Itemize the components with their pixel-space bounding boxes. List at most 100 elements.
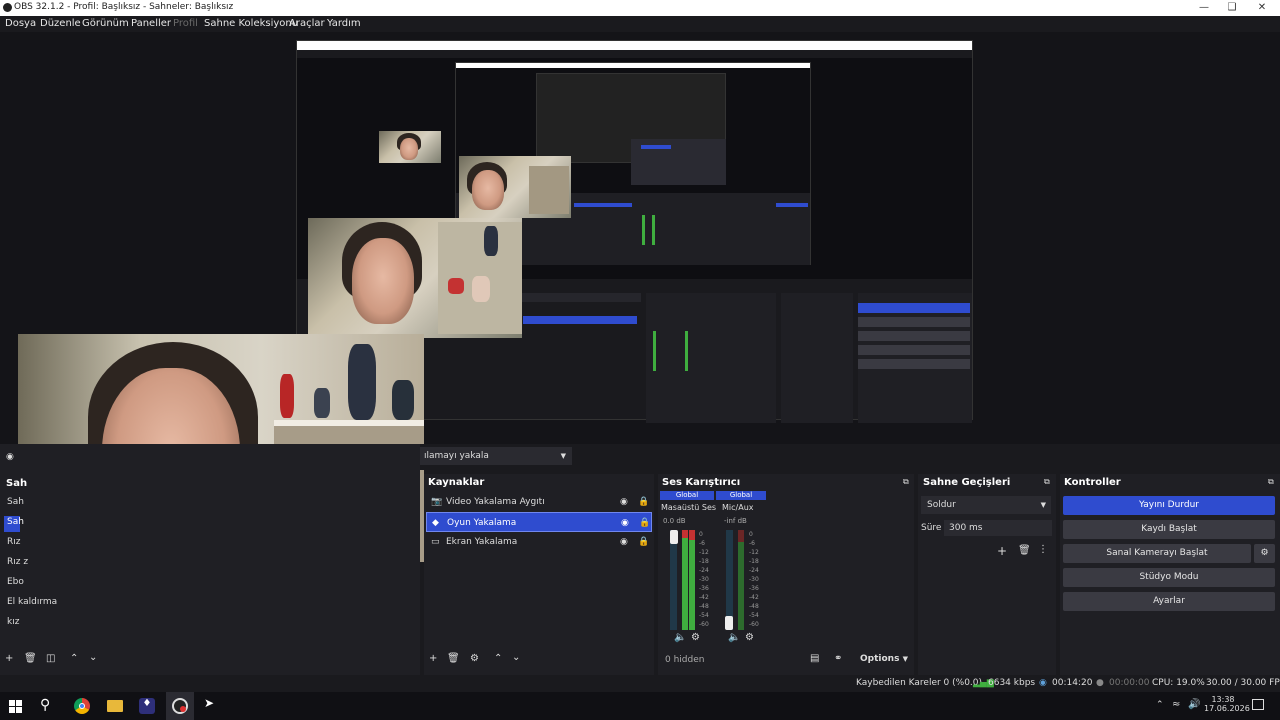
gear-icon[interactable]: ⚙ bbox=[1254, 544, 1275, 563]
fps: 30.00 / 30.00 FPS bbox=[1206, 678, 1280, 688]
sources-header: Kaynaklar bbox=[428, 477, 485, 488]
options-button[interactable]: Options ▼ bbox=[860, 654, 908, 664]
dock-float-icon[interactable]: ⧉ bbox=[903, 477, 909, 487]
clock[interactable]: 13:38 17.06.2026 bbox=[1204, 695, 1250, 713]
menu-araclar[interactable]: Araçlar bbox=[289, 18, 325, 29]
scene-item[interactable]: kız bbox=[7, 617, 19, 627]
controls-header: Kontroller bbox=[1064, 477, 1121, 488]
menu-yardim[interactable]: Yardım bbox=[327, 18, 361, 29]
source-item[interactable]: ▭ Ekran Yakalama ◉ 🔒 bbox=[426, 532, 652, 552]
start-recording-button[interactable]: Kaydı Başlat bbox=[1063, 520, 1275, 539]
menu-gorunum[interactable]: Görünüm bbox=[82, 18, 129, 29]
channel-db: 0.0 dB bbox=[663, 517, 686, 525]
dock-float-icon[interactable]: ⧉ bbox=[1268, 477, 1274, 487]
volume-slider-track[interactable] bbox=[726, 530, 733, 630]
add-transition-icon[interactable]: + bbox=[997, 544, 1007, 558]
lock-icon[interactable]: 🔒 bbox=[639, 513, 650, 533]
clock-date: 17.06.2026 bbox=[1204, 704, 1250, 713]
stop-streaming-button[interactable]: Yayını Durdur bbox=[1063, 496, 1275, 515]
start-virtual-camera-button[interactable]: Sanal Kamerayı Başlat bbox=[1063, 544, 1251, 563]
status-bar: Kaybedilen Kareler 0 (%0.0) ▂▄▆ 6634 kbp… bbox=[0, 675, 1280, 692]
scene-transitions-dock: Sahne Geçişleri ⧉ Soldur ▼ Süre 300 ms +… bbox=[918, 474, 1056, 675]
eye-icon[interactable]: ◉ bbox=[620, 492, 628, 512]
scene-item[interactable]: Rız bbox=[7, 537, 20, 547]
obs-taskbar-icon[interactable] bbox=[172, 698, 188, 714]
source-item-selected[interactable]: ◆ Oyun Yakalama ◉ 🔒 bbox=[426, 512, 652, 532]
trash-icon[interactable]: 🗑 bbox=[1018, 545, 1031, 556]
stream-icon: ◉ bbox=[1039, 678, 1047, 688]
trash-icon[interactable]: 🗑 bbox=[24, 653, 37, 664]
duration-spinbox[interactable]: 300 ms bbox=[944, 520, 1052, 536]
menu-profil[interactable]: Profil bbox=[173, 18, 198, 29]
channel-db: -inf dB bbox=[724, 517, 747, 525]
menu-duzenle[interactable]: Düzenle bbox=[40, 18, 81, 29]
dropdown-arrow-icon: ▼ bbox=[902, 655, 908, 663]
capture-mode-select[interactable]: ılamayı yakala ▼ bbox=[420, 447, 572, 465]
studio-mode-button[interactable]: Stüdyo Modu bbox=[1063, 568, 1275, 587]
scene-item[interactable]: El kaldırma bbox=[7, 597, 57, 607]
more-vertical-icon[interactable]: ⋮ bbox=[1038, 544, 1048, 555]
add-scene-icon[interactable]: + bbox=[5, 653, 13, 664]
lock-icon[interactable]: 🔒 bbox=[638, 532, 649, 552]
gear-icon[interactable]: ⚙ bbox=[470, 653, 479, 664]
source-item[interactable]: 📷 Video Yakalama Aygıtı ◉ 🔒 bbox=[426, 492, 652, 512]
close-button[interactable]: ✕ bbox=[1246, 0, 1278, 16]
search-icon[interactable]: ⚲ bbox=[40, 697, 50, 713]
scenes-header: Sah bbox=[6, 478, 28, 489]
eye-icon: ◉ bbox=[6, 452, 14, 462]
channel-tag: Global bbox=[660, 491, 714, 500]
level-meter bbox=[682, 530, 688, 630]
lock-icon[interactable]: 🔒 bbox=[638, 492, 649, 512]
hidden-count[interactable]: 0 hidden bbox=[665, 655, 704, 665]
filter-icon[interactable]: ◫ bbox=[46, 653, 55, 664]
app-icon[interactable]: ♦ bbox=[139, 698, 155, 714]
eye-icon[interactable]: ◉ bbox=[620, 532, 628, 552]
scene-item[interactable]: Ebo bbox=[7, 577, 24, 587]
db-scale: 0 -6 -12 -18 -24 -30 -36 -42 -48 -54 -60 bbox=[699, 531, 709, 628]
scene-item[interactable]: Sah bbox=[7, 497, 24, 507]
notification-icon[interactable] bbox=[1252, 699, 1264, 710]
volume-slider-handle[interactable] bbox=[670, 530, 678, 544]
taskbar: ⚲ ♦ ➤ ⌃ ≈ 🔊 13:38 17.06.2026 bbox=[0, 692, 1280, 720]
chevron-up-icon[interactable]: ⌃ bbox=[70, 653, 78, 664]
audio-mixer-dock: Ses Karıştırıcı ⧉ Global Global Masaüstü… bbox=[658, 474, 914, 675]
dropdown-arrow-icon: ▼ bbox=[560, 452, 566, 460]
menu-sahne-koleksiyonu[interactable]: Sahne Koleksiyonu bbox=[204, 18, 298, 29]
add-source-icon[interactable]: + bbox=[429, 653, 437, 664]
bitrate: 6634 kbps bbox=[988, 678, 1036, 688]
wifi-icon[interactable]: ≈ bbox=[1172, 699, 1180, 710]
monitor-icon: ▭ bbox=[431, 537, 440, 547]
chevron-up-icon[interactable]: ⌃ bbox=[1156, 700, 1164, 710]
gear-icon[interactable]: ⚙ bbox=[745, 632, 754, 643]
gear-icon[interactable]: ⚙ bbox=[691, 632, 700, 643]
trash-icon[interactable]: 🗑 bbox=[447, 653, 460, 664]
dock-float-icon[interactable]: ⧉ bbox=[1044, 477, 1050, 487]
level-meter bbox=[738, 530, 744, 630]
clock-time: 13:38 bbox=[1211, 695, 1235, 704]
speaker-icon[interactable]: 🔈 bbox=[674, 632, 686, 643]
preview-canvas[interactable] bbox=[0, 32, 1280, 562]
volume-slider-track[interactable] bbox=[670, 530, 677, 630]
transition-select[interactable]: Soldur ▼ bbox=[921, 496, 1051, 514]
chevron-up-icon[interactable]: ⌃ bbox=[494, 653, 502, 664]
chrome-icon[interactable] bbox=[74, 698, 90, 714]
volume-slider-handle[interactable] bbox=[725, 616, 733, 630]
maximize-button[interactable]: ❑ bbox=[1216, 0, 1248, 16]
scenes-dock: ◉ Sah Sah Sah Rız Rız z Ebo El kaldırma … bbox=[0, 444, 420, 675]
speaker-icon[interactable]: 🔈 bbox=[728, 632, 740, 643]
scene-item-selected[interactable]: Sah bbox=[7, 517, 24, 527]
chevron-down-icon[interactable]: ⌄ bbox=[512, 652, 520, 663]
menu-dosya[interactable]: Dosya bbox=[5, 18, 36, 29]
windows-start-icon[interactable] bbox=[9, 700, 22, 713]
eye-icon[interactable]: ◉ bbox=[621, 513, 629, 533]
scene-item[interactable]: Rız z bbox=[7, 557, 28, 567]
volume-icon[interactable]: 🔊 bbox=[1188, 699, 1200, 710]
level-meter bbox=[689, 530, 695, 630]
file-explorer-icon[interactable] bbox=[107, 700, 123, 712]
settings-button[interactable]: Ayarlar bbox=[1063, 592, 1275, 611]
layout-icon[interactable]: ▤ bbox=[810, 653, 819, 664]
link-icon[interactable]: ⚭ bbox=[834, 653, 842, 664]
chevron-down-icon[interactable]: ⌄ bbox=[89, 652, 97, 663]
menu-paneller[interactable]: Paneller bbox=[131, 18, 171, 29]
duration-label: Süre bbox=[921, 523, 942, 533]
